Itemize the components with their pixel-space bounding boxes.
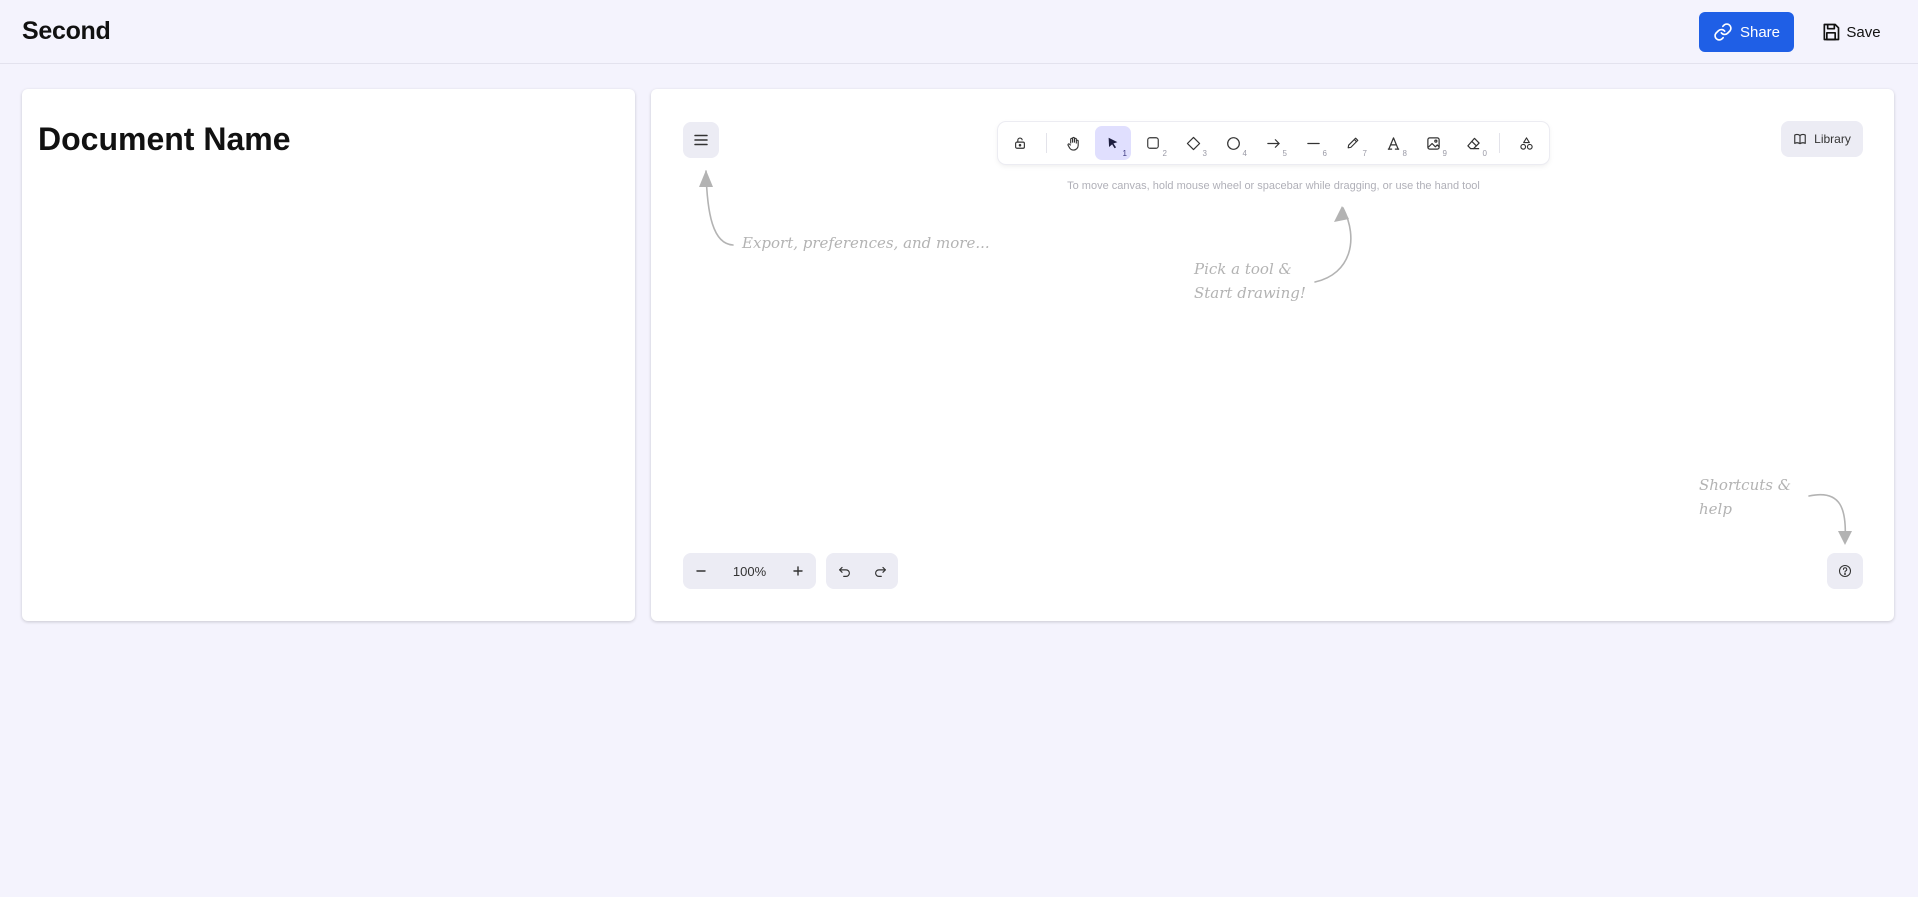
tool-lock[interactable] xyxy=(1002,126,1038,160)
plus-icon xyxy=(792,565,804,577)
pencil-icon xyxy=(1346,136,1360,150)
circle-icon xyxy=(1226,136,1241,151)
eraser-icon xyxy=(1466,136,1481,151)
tool-rectangle[interactable]: 2 xyxy=(1135,126,1171,160)
tool-image[interactable]: 9 xyxy=(1415,126,1451,160)
tool-hand[interactable] xyxy=(1055,126,1091,160)
share-button-label: Share xyxy=(1739,23,1781,41)
tool-draw[interactable]: 7 xyxy=(1335,126,1371,160)
tool-text[interactable]: 8 xyxy=(1375,126,1411,160)
library-button[interactable]: Library xyxy=(1781,121,1863,157)
cursor-arrow-icon xyxy=(1106,136,1120,150)
welcome-arrows xyxy=(699,170,1852,545)
shapes-icon xyxy=(1519,136,1534,151)
tool-shortcut: 7 xyxy=(1362,149,1367,158)
question-mark-icon xyxy=(1838,564,1852,578)
tool-diamond[interactable]: 3 xyxy=(1175,126,1211,160)
diamond-icon xyxy=(1186,136,1201,151)
tool-eraser[interactable]: 0 xyxy=(1455,126,1491,160)
welcome-menu-hint: Export, preferences, and more... xyxy=(742,234,990,252)
welcome-help-hint-line: help xyxy=(1699,500,1732,518)
welcome-tool-hint-line: Pick a tool & xyxy=(1194,260,1292,278)
document-panel: Document Name xyxy=(22,89,635,621)
shape-toolbar: 1 2 3 4 5 6 7 8 9 0 xyxy=(998,122,1549,164)
tool-selection[interactable]: 1 xyxy=(1095,126,1131,160)
undo-button[interactable] xyxy=(826,553,862,589)
drawing-canvas[interactable]: 1 2 3 4 5 6 7 8 9 0 Library To move canv… xyxy=(651,89,1894,621)
tool-shortcut: 2 xyxy=(1162,149,1167,158)
text-icon xyxy=(1386,136,1401,151)
tool-line[interactable]: 6 xyxy=(1295,126,1331,160)
zoom-in-button[interactable] xyxy=(780,553,816,589)
library-button-label: Library xyxy=(1814,132,1851,146)
tool-shortcut: 5 xyxy=(1282,149,1287,158)
hamburger-menu-icon xyxy=(694,134,708,146)
welcome-help-hint: Shortcuts & help xyxy=(1699,473,1809,521)
arrow-right-icon xyxy=(1266,136,1281,151)
save-button-label: Save xyxy=(1846,23,1881,41)
undo-icon xyxy=(838,565,851,578)
tool-shortcut: 1 xyxy=(1122,149,1127,158)
link-icon xyxy=(1713,22,1733,42)
menu-hint-arrow xyxy=(705,170,734,246)
hand-icon xyxy=(1066,136,1081,151)
zoom-reset-button[interactable]: 100% xyxy=(719,553,780,589)
document-title[interactable]: Document Name xyxy=(38,121,291,158)
minus-icon xyxy=(695,565,707,577)
unlock-icon xyxy=(1013,136,1027,150)
help-button[interactable] xyxy=(1827,553,1863,589)
page-title: Second xyxy=(22,17,111,45)
book-icon xyxy=(1793,132,1807,146)
toolbar-divider xyxy=(1046,133,1047,153)
tool-shortcut: 8 xyxy=(1402,149,1407,158)
floppy-disk-icon xyxy=(1821,22,1841,42)
welcome-tool-hint: Pick a tool & Start drawing! xyxy=(1194,257,1344,305)
tool-shortcut: 9 xyxy=(1442,149,1447,158)
canvas-hint: To move canvas, hold mouse wheel or spac… xyxy=(1067,180,1480,192)
help-hint-arrow xyxy=(1808,493,1847,543)
tool-extra-tools[interactable] xyxy=(1508,126,1544,160)
share-button[interactable]: Share xyxy=(1699,12,1794,52)
tool-shortcut: 3 xyxy=(1202,149,1207,158)
zoom-controls: 100% xyxy=(683,553,816,589)
tool-shortcut: 0 xyxy=(1482,149,1487,158)
toolbar-divider xyxy=(1499,133,1500,153)
tool-arrow[interactable]: 5 xyxy=(1255,126,1291,160)
save-button[interactable]: Save xyxy=(1809,12,1893,52)
history-controls xyxy=(826,553,898,589)
line-icon xyxy=(1306,136,1321,151)
rectangle-icon xyxy=(1146,136,1160,150)
tool-shortcut: 4 xyxy=(1242,149,1247,158)
welcome-tool-hint-line: Start drawing! xyxy=(1194,284,1306,302)
tool-shortcut: 6 xyxy=(1322,149,1327,158)
main-menu-button[interactable] xyxy=(683,122,719,158)
welcome-help-hint-line: Shortcuts & xyxy=(1699,476,1792,494)
redo-button[interactable] xyxy=(862,553,898,589)
redo-icon xyxy=(874,565,887,578)
image-icon xyxy=(1426,136,1441,151)
top-bar: Second Share Save xyxy=(0,0,1918,64)
zoom-out-button[interactable] xyxy=(683,553,719,589)
tool-ellipse[interactable]: 4 xyxy=(1215,126,1251,160)
